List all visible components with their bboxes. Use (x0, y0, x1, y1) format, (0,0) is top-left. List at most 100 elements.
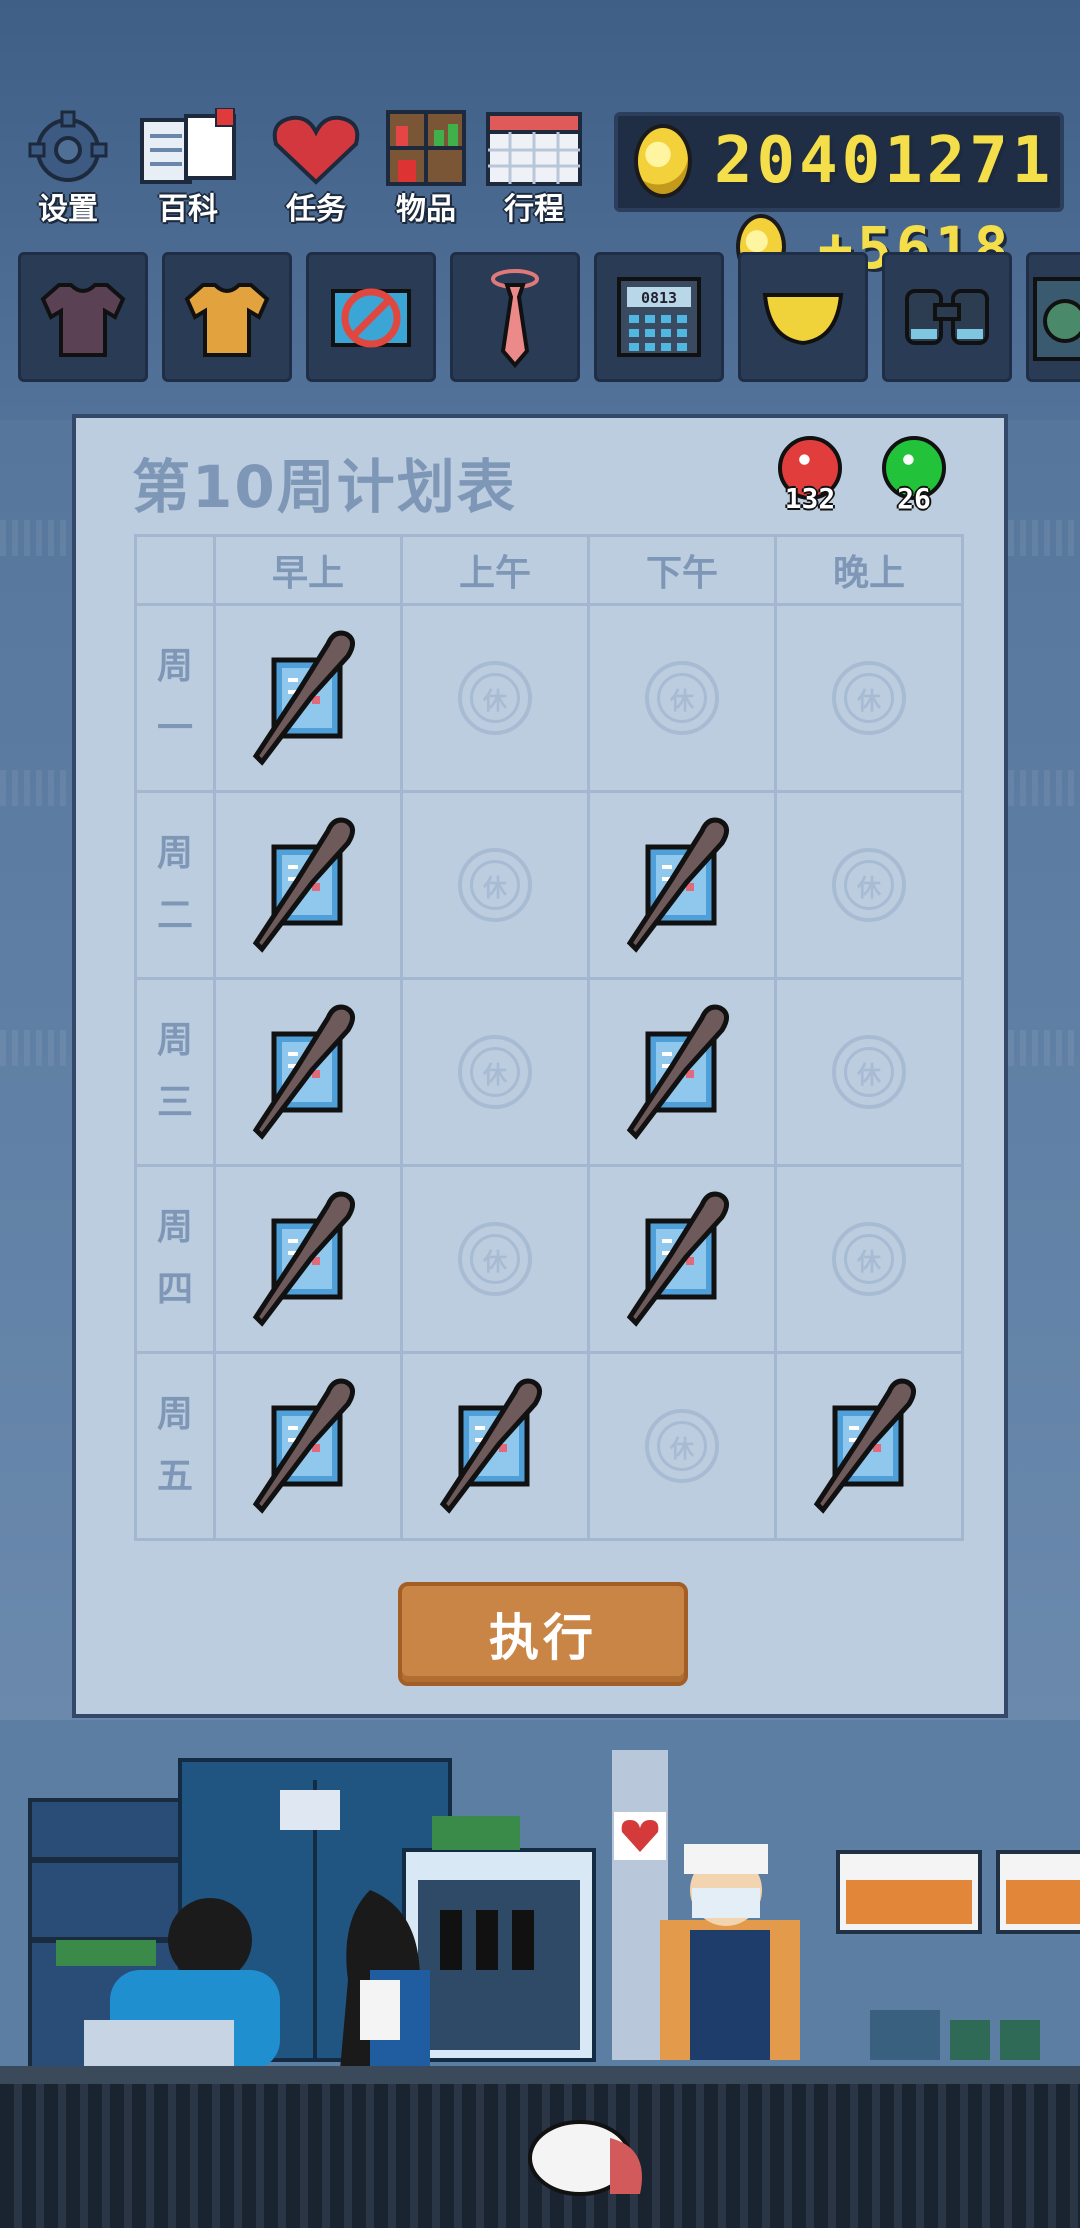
bowl-icon (762, 293, 844, 346)
menu-label-schedule: 行程 (504, 192, 564, 227)
shirt-yellow-icon (184, 283, 270, 357)
rest-icon: 休 (832, 1222, 906, 1296)
schedule-panel: 第10周计划表 132 26 早上 上午 下午 晚上 周一 休休休周二 休 休周… (72, 414, 1008, 1718)
rest-icon: 休 (458, 1035, 532, 1109)
execute-button[interactable]: 执行 (398, 1582, 688, 1686)
shirt-dark-icon (40, 283, 126, 357)
day-label: 周五 (134, 1351, 216, 1541)
menu-label-tasks: 任务 (286, 192, 346, 227)
day-label-line1: 周 (156, 1207, 193, 1248)
baseball-bat-icon (777, 1374, 961, 1518)
baseball-bat-icon (216, 1374, 400, 1518)
day-label: 周四 (134, 1164, 216, 1354)
counter-top (0, 2066, 1080, 2084)
rest-text: 休 (470, 1047, 520, 1097)
rest-text: 休 (470, 1234, 520, 1284)
item-slot-no-phone[interactable] (306, 252, 436, 382)
item-slot-tie[interactable] (450, 252, 580, 382)
settings-button[interactable]: 设置 (16, 108, 120, 227)
item-slot-bowl[interactable] (738, 252, 868, 382)
slot-rest[interactable]: 休 (587, 1351, 777, 1541)
rest-icon: 休 (458, 848, 532, 922)
rest-icon: 休 (645, 1409, 719, 1483)
calculator-icon: 0813 (617, 277, 701, 357)
day-label-line2: 二 (156, 895, 193, 936)
day-label-line1: 周 (156, 1394, 193, 1435)
baseball-bat-icon (216, 626, 400, 770)
basket-icon (528, 2120, 642, 2196)
slot-activity-baseball-bat[interactable] (587, 790, 777, 980)
rest-icon: 休 (645, 661, 719, 735)
book-icon (140, 107, 236, 184)
baseball-bat-icon (590, 1187, 774, 1331)
item-slot-shirt-dark[interactable] (18, 252, 148, 382)
slot-activity-baseball-bat[interactable] (587, 1164, 777, 1354)
schedule-button[interactable]: 行程 (482, 108, 586, 227)
no-phone-icon (331, 288, 411, 348)
currency-panel: 20401271 (614, 112, 1064, 212)
gear-icon (28, 110, 108, 182)
slot-activity-baseball-bat[interactable] (213, 603, 403, 793)
day-label-line2: 三 (156, 1082, 193, 1123)
day-label-line2: 五 (156, 1456, 193, 1497)
baseball-bat-icon (216, 1187, 400, 1331)
item-slot-binoculars[interactable] (882, 252, 1012, 382)
col-header: 晚上 (774, 534, 964, 606)
tie-icon (491, 269, 539, 369)
rest-icon: 休 (458, 661, 532, 735)
item-slot-calculator[interactable]: 0813 (594, 252, 724, 382)
green-token-count: 26 (897, 482, 931, 515)
slot-rest[interactable]: 休 (400, 790, 590, 980)
binoculars-icon (905, 289, 989, 345)
slot-rest[interactable]: 休 (400, 1164, 590, 1354)
day-label-line1: 周 (156, 1020, 193, 1061)
rest-text: 休 (844, 1047, 894, 1097)
rest-text: 休 (844, 860, 894, 910)
item-slot-shirt-yellow[interactable] (162, 252, 292, 382)
slot-activity-baseball-bat[interactable] (213, 1351, 403, 1541)
slot-rest[interactable]: 休 (774, 603, 964, 793)
schedule-grid: 早上 上午 下午 晚上 周一 休休休周二 休 休周三 休 休周四 休 休周五 休 (134, 534, 964, 1541)
slot-activity-baseball-bat[interactable] (587, 977, 777, 1167)
schedule-row: 周五 休 (134, 1351, 964, 1541)
menu-label-encyclopedia: 百科 (158, 192, 218, 227)
tasks-button[interactable]: 任务 (264, 108, 368, 227)
slot-activity-baseball-bat[interactable] (213, 1164, 403, 1354)
rest-icon: 休 (832, 848, 906, 922)
rest-text: 休 (844, 1234, 894, 1284)
rest-text: 休 (470, 860, 520, 910)
menu-label-items: 物品 (396, 192, 456, 227)
baseball-bat-icon (590, 813, 774, 957)
slot-rest[interactable]: 休 (400, 977, 590, 1167)
corner-cell (134, 534, 216, 606)
calculator-display: 0813 (641, 289, 677, 307)
red-token-count: 132 (784, 482, 836, 515)
rest-text: 休 (657, 1421, 707, 1471)
slot-rest[interactable]: 休 (587, 603, 777, 793)
slot-activity-baseball-bat[interactable] (400, 1351, 590, 1541)
heart-icon (272, 115, 360, 185)
slot-rest[interactable]: 休 (774, 1164, 964, 1354)
rest-icon: 休 (458, 1222, 532, 1296)
schedule-row: 周二 休 休 (134, 790, 964, 980)
green-token: 26 (878, 436, 950, 516)
baseball-bat-icon (216, 813, 400, 957)
calendar-icon (486, 112, 582, 186)
items-button[interactable]: 物品 (374, 108, 478, 227)
day-label: 周三 (134, 977, 216, 1167)
slot-activity-baseball-bat[interactable] (213, 977, 403, 1167)
day-label-line2: 一 (156, 708, 193, 749)
day-label-line1: 周 (156, 833, 193, 874)
slot-activity-baseball-bat[interactable] (774, 1351, 964, 1541)
rest-text: 休 (844, 673, 894, 723)
slot-rest[interactable]: 休 (400, 603, 590, 793)
slot-rest[interactable]: 休 (774, 790, 964, 980)
encyclopedia-button[interactable]: 百科 (136, 107, 240, 227)
schedule-row: 周一 休 休 休 (134, 603, 964, 793)
schedule-title: 第10周计划表 (132, 453, 517, 521)
slot-rest[interactable]: 休 (774, 977, 964, 1167)
slot-activity-baseball-bat[interactable] (213, 790, 403, 980)
rest-text: 休 (657, 673, 707, 723)
rest-icon: 休 (832, 661, 906, 735)
item-slot-washer[interactable] (1026, 252, 1080, 382)
